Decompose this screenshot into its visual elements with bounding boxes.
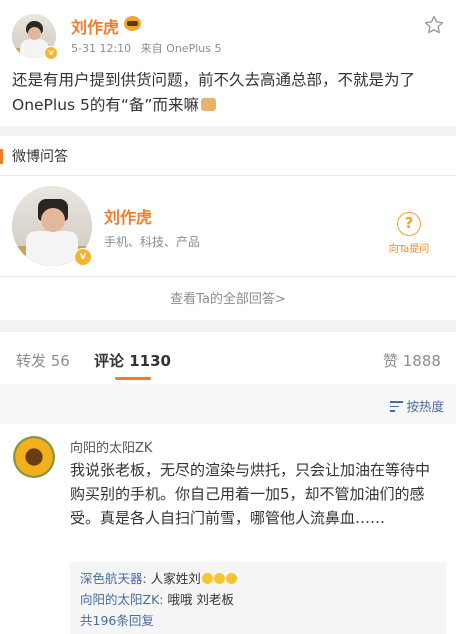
laugh-emoji-icon (225, 573, 237, 584)
ask-label: 向Ta提问 (388, 244, 430, 255)
reply-item: 深色航天器: 人家姓刘 (80, 568, 436, 589)
commenter-name[interactable]: 向阳的太阳ZK (70, 437, 152, 456)
divider (0, 175, 456, 176)
sort-icon (390, 401, 404, 412)
favorite-star-icon[interactable] (423, 14, 445, 36)
sort-label: 按热度 (406, 399, 444, 414)
reply-text: 人家姓刘 (146, 571, 201, 586)
view-all-answers-link[interactable]: 查看Ta的全部回答> (0, 288, 456, 307)
divider (0, 276, 456, 277)
reply-item: 向阳的太阳ZK: 哦哦 刘老板 (80, 589, 436, 610)
laugh-emoji-icon (201, 573, 213, 584)
post-text: 还是有用户提到供货问题，前不久去高通总部，不就是为了OnePlus 5的有“备”… (12, 68, 448, 118)
verified-icon: v (74, 248, 92, 266)
post-author-name[interactable]: 刘作虎 (71, 14, 119, 38)
weibo-post: v 刘作虎 5-31 12:10 来自 OnePlus 5 还是有用户提到供货问… (0, 0, 456, 126)
active-tab-indicator (115, 377, 151, 380)
reply-preview[interactable]: 深色航天器: 人家姓刘 向阳的太阳ZK: 哦哦 刘老板 共196条回复 (70, 562, 446, 634)
qa-name[interactable]: 刘作虎 (104, 204, 152, 228)
comment-item: 向阳的太阳ZK 我说张老板，无尽的渲染与烘托，只会让加油在等待中购买别的手机。你… (0, 424, 456, 634)
question-icon: ? (397, 212, 421, 236)
sort-by-hot-button[interactable]: 按热度 (390, 396, 444, 415)
commenter-avatar[interactable] (13, 436, 55, 478)
post-source: 来自 OnePlus 5 (140, 42, 222, 55)
tab-repost[interactable]: 转发 56 (16, 350, 70, 371)
post-meta: 5-31 12:10 来自 OnePlus 5 (71, 40, 227, 56)
qa-section-title: 微博问答 (0, 146, 68, 166)
vip-icon (124, 16, 141, 31)
sort-bar: 按热度 (0, 384, 456, 424)
post-date: 5-31 12:10 (71, 42, 132, 55)
section-divider (0, 320, 456, 332)
weibo-qa-card: 微博问答 v 刘作虎 手机、科技、产品 ? 向Ta提问 查看Ta的全部回答> (0, 136, 456, 320)
tab-comments[interactable]: 评论 1130 (94, 350, 171, 371)
author-avatar[interactable]: v (12, 14, 58, 60)
reply-author[interactable]: 深色航天器: (80, 571, 147, 586)
verified-icon: v (44, 46, 58, 60)
muscle-emoji-icon (200, 98, 216, 111)
more-replies-link[interactable]: 共196条回复 (80, 610, 436, 631)
reply-author[interactable]: 向阳的太阳ZK: (80, 592, 163, 607)
comment-text: 我说张老板，无尽的渲染与烘托，只会让加油在等待中购买别的手机。你自己用着一加5，… (70, 461, 431, 527)
section-divider (0, 126, 456, 136)
ask-question-button[interactable]: ? 向Ta提问 (386, 212, 432, 255)
laugh-emoji-icon (213, 573, 225, 584)
reply-text: 哦哦 刘老板 (163, 592, 234, 607)
tab-likes[interactable]: 赞 1888 (383, 350, 441, 371)
qa-avatar[interactable]: v (12, 186, 92, 266)
qa-description: 手机、科技、产品 (104, 235, 201, 249)
interaction-tabs: 转发 56 评论 1130 赞 1888 (0, 332, 456, 382)
